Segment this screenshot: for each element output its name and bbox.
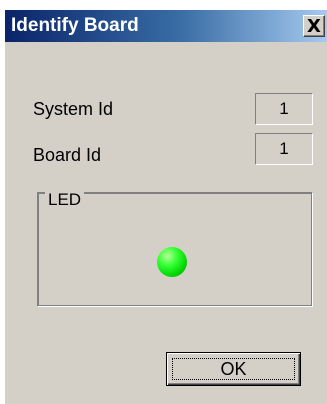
system-id-label: System Id (33, 99, 114, 119)
ok-button[interactable]: OK (166, 352, 301, 386)
board-id-label: Board Id (33, 145, 102, 165)
board-id-value: 1 (255, 133, 313, 165)
close-icon: X (307, 15, 321, 37)
led-group-label: LED (45, 191, 85, 209)
title-bar[interactable]: Identify Board X (5, 10, 327, 42)
led-indicator-icon (157, 247, 187, 277)
ok-button-label: OK (220, 358, 247, 379)
window-title: Identify Board (11, 15, 139, 36)
system-id-value: 1 (255, 93, 313, 125)
close-button[interactable]: X (303, 15, 325, 37)
identify-board-dialog: Identify Board X System Id 1 Board Id 1 … (5, 10, 327, 404)
